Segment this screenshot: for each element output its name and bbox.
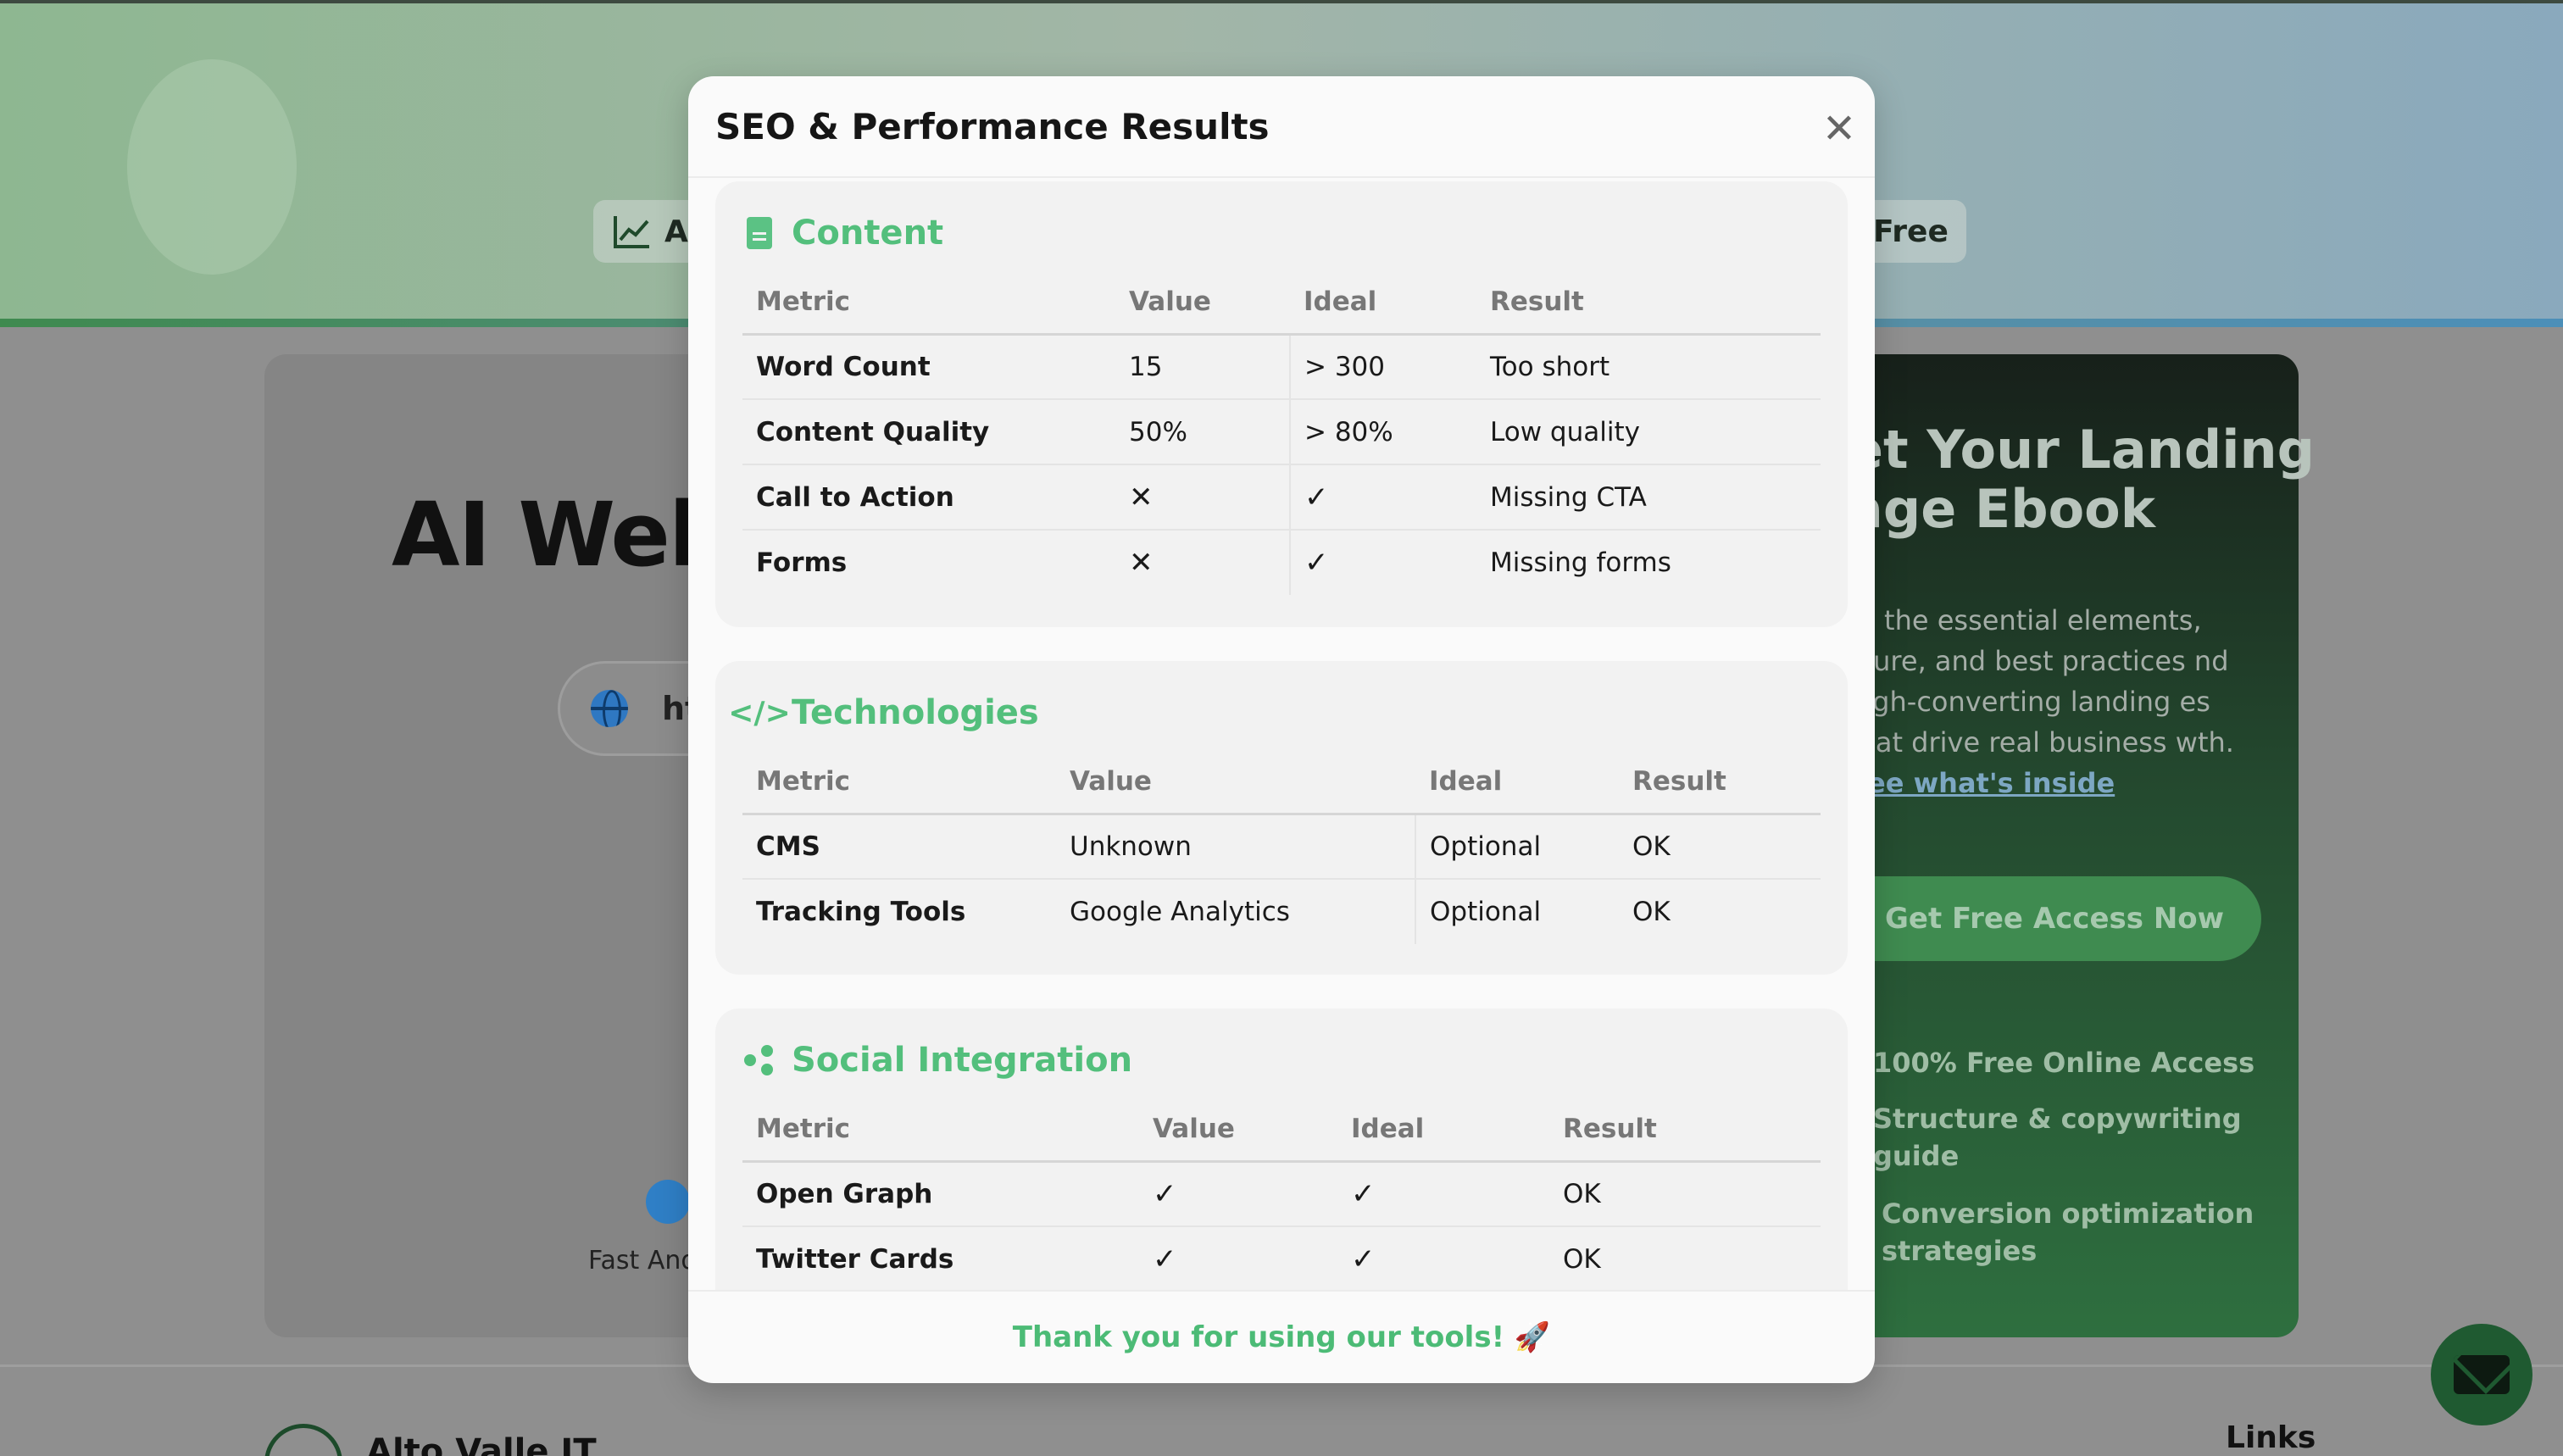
results-modal: SEO & Performance Results ✕ Content Metr…: [688, 76, 1875, 1383]
close-icon[interactable]: ✕: [1815, 105, 1863, 153]
section-title: Content: [792, 214, 944, 253]
check-icon: ✓: [1139, 1161, 1337, 1227]
modal-title: SEO & Performance Results: [715, 105, 1270, 147]
metric-cell: Forms: [756, 547, 848, 578]
ideal-cell: > 80%: [1289, 399, 1476, 465]
get-free-access-button[interactable]: Get Free Access Now: [1831, 876, 2261, 961]
metric-cell: Content Quality: [742, 399, 1115, 465]
table-row: Forms ✕ ✓ Missing forms: [742, 530, 1821, 595]
feature-label: Fast And: [588, 1246, 698, 1275]
modal-body[interactable]: Content Metric Value Ideal Result Word C…: [688, 178, 1875, 1290]
column-header: Result: [1476, 271, 1821, 336]
section-header: Social Integration: [742, 1022, 1821, 1098]
hero-decoration: [127, 59, 297, 275]
column-header: Result: [1549, 1098, 1821, 1163]
contact-mail-button[interactable]: [2431, 1324, 2532, 1425]
check-icon: ✓: [1289, 464, 1476, 531]
table-row: Tracking Tools Google Analytics Optional…: [742, 879, 1821, 944]
footer-brand-name: Alto Valle IT: [366, 1432, 597, 1456]
speedometer-icon: [646, 1180, 690, 1224]
column-header: Value: [1115, 271, 1290, 336]
table-row: Open Graph ✓ ✓ OK: [742, 1161, 1821, 1227]
metric-cell: Call to Action: [742, 464, 1115, 531]
ebook-description: rn the essential elements, cture, and be…: [1848, 600, 2271, 803]
check-icon: ✓: [1351, 1242, 1376, 1276]
result-cell: Missing CTA: [1476, 464, 1821, 531]
globe-icon: [591, 690, 628, 727]
footer-links-heading: Links: [2226, 1420, 2316, 1455]
ebook-promo-card: et Your Landing age Ebook rn the essenti…: [1831, 354, 2315, 1337]
document-icon: [742, 214, 776, 252]
cross-icon: ✕: [1115, 464, 1290, 531]
ideal-cell: Optional: [1415, 814, 1619, 880]
chart-line-icon: [614, 216, 649, 248]
result-cell: OK: [1563, 1244, 1601, 1275]
column-header: Metric: [742, 1098, 1139, 1163]
metric-cell: Tracking Tools: [756, 897, 966, 927]
column-header: Value: [1056, 751, 1415, 815]
modal-footer-message: Thank you for using our tools! 🚀: [688, 1290, 1875, 1383]
content-section: Content Metric Value Ideal Result Word C…: [715, 181, 1848, 627]
hero-tab-label: A: [664, 214, 688, 249]
table-row: Twitter Cards ✓ ✓ OK: [742, 1226, 1821, 1290]
column-header: Ideal: [1415, 751, 1619, 815]
value-cell: Unknown: [1056, 814, 1415, 880]
table-header-row: Metric Value Ideal Result: [742, 1098, 1821, 1163]
ebook-feature-item: Structure & copywriting guide: [1873, 1103, 2242, 1172]
social-table: Metric Value Ideal Result Open Graph ✓ ✓…: [742, 1098, 1821, 1290]
column-header: Ideal: [1337, 1098, 1549, 1163]
ebook-title: et Your Landing age Ebook: [1848, 419, 2316, 540]
column-header: Value: [1139, 1098, 1337, 1163]
see-inside-link[interactable]: See what's inside: [1848, 767, 2115, 799]
ideal-cell: > 300: [1289, 334, 1476, 400]
ebook-feature-item: 100% Free Online Access: [1873, 1047, 2255, 1079]
metric-cell: Word Count: [742, 334, 1115, 400]
table-header-row: Metric Value Ideal Result: [742, 751, 1821, 815]
metric-cell: CMS: [742, 814, 1056, 880]
column-header: Result: [1619, 751, 1821, 815]
content-table: Metric Value Ideal Result Word Count 15 …: [742, 271, 1821, 595]
section-header: </> Technologies: [728, 675, 1821, 751]
result-cell: OK: [1619, 814, 1821, 880]
column-header: Metric: [742, 271, 1115, 336]
cross-icon: ✕: [1129, 546, 1154, 580]
section-title: Social Integration: [792, 1041, 1133, 1080]
ebook-description-text: rn the essential elements, cture, and be…: [1848, 604, 2234, 759]
table-row: Word Count 15 > 300 Too short: [742, 334, 1821, 400]
value-cell: 50%: [1115, 399, 1290, 465]
ebook-feature-item: Conversion optimization strategies: [1882, 1198, 2254, 1267]
envelope-icon: [2454, 1355, 2510, 1394]
result-cell: Missing forms: [1490, 547, 1671, 578]
column-header: Metric: [742, 751, 1056, 815]
result-cell: Low quality: [1476, 399, 1821, 465]
result-cell: OK: [1632, 897, 1671, 927]
check-icon: ✓: [1289, 530, 1476, 595]
modal-header: SEO & Performance Results ✕: [688, 76, 1875, 178]
column-header: Ideal: [1290, 271, 1476, 336]
technologies-section: </> Technologies Metric Value Ideal Resu…: [715, 661, 1848, 975]
technologies-table: Metric Value Ideal Result CMS Unknown Op…: [742, 751, 1821, 944]
table-row: Call to Action ✕ ✓ Missing CTA: [742, 464, 1821, 531]
section-header: Content: [742, 195, 1821, 271]
code-icon: </>: [728, 695, 791, 731]
check-icon: ✓: [1337, 1161, 1549, 1227]
table-row: CMS Unknown Optional OK: [742, 814, 1821, 880]
ideal-cell: Optional: [1415, 879, 1619, 944]
check-icon: ✓: [1153, 1242, 1177, 1276]
social-integration-section: Social Integration Metric Value Ideal Re…: [715, 1009, 1848, 1290]
value-cell: Google Analytics: [1070, 897, 1290, 927]
hero-tab-label: Free: [1873, 214, 1949, 249]
table-header-row: Metric Value Ideal Result: [742, 271, 1821, 336]
metric-cell: Twitter Cards: [756, 1244, 954, 1275]
result-cell: OK: [1549, 1161, 1821, 1227]
result-cell: Too short: [1476, 334, 1821, 400]
table-row: Content Quality 50% > 80% Low quality: [742, 399, 1821, 465]
section-title: Technologies: [792, 693, 1039, 732]
value-cell: 15: [1115, 334, 1290, 400]
share-icon: [742, 1042, 776, 1079]
metric-cell: Open Graph: [742, 1161, 1139, 1227]
